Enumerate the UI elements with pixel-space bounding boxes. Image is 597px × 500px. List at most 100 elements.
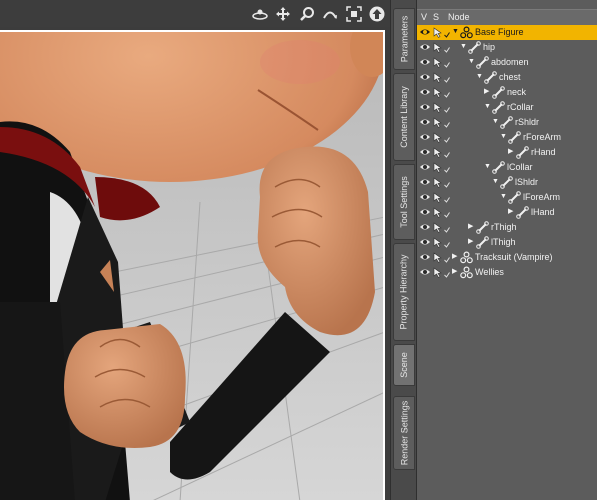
- collapse-arrow-icon[interactable]: ▶: [468, 223, 475, 231]
- expand-arrow-icon[interactable]: ▼: [468, 58, 475, 66]
- scene-node-row[interactable]: ▶ rHand: [417, 145, 597, 160]
- collapse-arrow-icon[interactable]: ▶: [508, 208, 515, 216]
- visibility-eye-icon[interactable]: [420, 73, 430, 81]
- visibility-eye-icon[interactable]: [420, 28, 430, 36]
- selectable-cursor-icon[interactable]: [433, 132, 443, 143]
- collapse-arrow-icon[interactable]: ▶: [484, 88, 491, 96]
- scene-node-label: neck: [507, 87, 527, 97]
- visibility-eye-icon[interactable]: [420, 133, 430, 141]
- selectable-cursor-icon[interactable]: [433, 117, 443, 128]
- selectable-cursor-icon[interactable]: [433, 267, 443, 278]
- expand-arrow-icon[interactable]: ▼: [500, 193, 507, 201]
- scene-node-row[interactable]: ▼ chest: [417, 70, 597, 85]
- viewport-render-area[interactable]: [0, 30, 385, 500]
- visibility-eye-icon[interactable]: [420, 43, 430, 51]
- bone-icon: [500, 116, 513, 129]
- scene-node-label: Wellies: [475, 267, 504, 277]
- collapse-arrow-icon[interactable]: ▶: [452, 268, 459, 276]
- visibility-eye-icon[interactable]: [420, 208, 430, 216]
- selectable-cursor-icon[interactable]: [433, 72, 443, 83]
- selectable-cursor-icon[interactable]: [433, 207, 443, 218]
- selectable-cursor-icon[interactable]: [433, 237, 443, 248]
- expand-arrow-icon[interactable]: ▼: [484, 163, 491, 171]
- column-selectable[interactable]: S: [433, 12, 439, 22]
- visibility-eye-icon[interactable]: [420, 58, 430, 66]
- column-visible[interactable]: V: [421, 12, 427, 22]
- scene-node-row[interactable]: ▶ neck: [417, 85, 597, 100]
- 3d-viewport[interactable]: [0, 0, 390, 500]
- visibility-eye-icon[interactable]: [420, 268, 430, 276]
- selectable-cursor-icon[interactable]: [433, 147, 443, 158]
- visibility-eye-icon[interactable]: [420, 103, 430, 111]
- tab-parameters[interactable]: Parameters: [393, 8, 415, 70]
- expand-arrow-icon[interactable]: ▼: [476, 73, 483, 81]
- bone-icon: [492, 161, 505, 174]
- visibility-eye-icon[interactable]: [420, 88, 430, 96]
- walk-icon[interactable]: [250, 4, 270, 24]
- scene-node-row[interactable]: ▶ Tracksuit (Vampire): [417, 250, 597, 265]
- orbit-icon[interactable]: [320, 4, 340, 24]
- collapse-arrow-icon[interactable]: ▶: [468, 238, 475, 246]
- column-node[interactable]: Node: [448, 12, 470, 22]
- expand-arrow-icon[interactable]: ▼: [492, 118, 499, 126]
- selectable-cursor-icon[interactable]: [433, 102, 443, 113]
- scene-node-row[interactable]: ▶ lHand: [417, 205, 597, 220]
- selectable-cursor-icon[interactable]: [433, 192, 443, 203]
- collapse-arrow-icon[interactable]: ▶: [508, 148, 515, 156]
- scene-node-row[interactable]: ▼ hip: [417, 40, 597, 55]
- selectable-cursor-icon[interactable]: [433, 87, 443, 98]
- bone-icon: [508, 131, 521, 144]
- expand-arrow-icon[interactable]: ▼: [452, 28, 459, 36]
- scene-node-row[interactable]: ▼ rForeArm: [417, 130, 597, 145]
- scene-node-row[interactable]: ▼ lShldr: [417, 175, 597, 190]
- scene-node-row[interactable]: ▶ rThigh: [417, 220, 597, 235]
- collapse-arrow-icon[interactable]: ▶: [452, 253, 459, 261]
- expand-arrow-icon[interactable]: ▼: [500, 133, 507, 141]
- visibility-eye-icon[interactable]: [420, 223, 430, 231]
- scene-node-row[interactable]: ▼ lCollar: [417, 160, 597, 175]
- tab-property-hierarchy[interactable]: Property Hierarchy: [393, 243, 415, 341]
- scene-node-row[interactable]: ▶ Wellies: [417, 265, 597, 280]
- visibility-eye-icon[interactable]: [420, 178, 430, 186]
- home-icon[interactable]: [367, 4, 387, 24]
- bone-icon: [516, 146, 529, 159]
- bone-icon: [500, 176, 513, 189]
- scene-node-row[interactable]: ▼ rShldr: [417, 115, 597, 130]
- collapse-handle-icon[interactable]: ⋮: [401, 425, 409, 434]
- selectable-cursor-icon[interactable]: [433, 162, 443, 173]
- bone-icon: [484, 71, 497, 84]
- tab-content-library[interactable]: Content Library: [393, 73, 415, 161]
- selectable-cursor-icon[interactable]: [433, 57, 443, 68]
- frame-icon[interactable]: [344, 4, 364, 24]
- expand-arrow-icon[interactable]: ▼: [460, 43, 467, 51]
- scene-node-row[interactable]: ▶ lThigh: [417, 235, 597, 250]
- move-icon[interactable]: [273, 4, 293, 24]
- visibility-eye-icon[interactable]: [420, 193, 430, 201]
- figure-icon: [460, 26, 473, 39]
- visibility-eye-icon[interactable]: [420, 253, 430, 261]
- bone-icon: [516, 206, 529, 219]
- pane-tab-strip: Parameters Content Library Tool Settings…: [390, 0, 417, 500]
- tab-tool-settings[interactable]: Tool Settings: [393, 164, 415, 240]
- scene-node-row[interactable]: ▼ Base Figure: [417, 25, 597, 40]
- selectable-cursor-icon[interactable]: [433, 222, 443, 233]
- selectable-cursor-icon[interactable]: [433, 42, 443, 53]
- scene-node-label: rThigh: [491, 222, 517, 232]
- visibility-eye-icon[interactable]: [420, 148, 430, 156]
- scene-node-row[interactable]: ▼ lForeArm: [417, 190, 597, 205]
- expand-arrow-icon[interactable]: ▼: [492, 178, 499, 186]
- visibility-eye-icon[interactable]: [420, 118, 430, 126]
- selectable-cursor-icon[interactable]: [433, 27, 443, 38]
- selectable-cursor-icon[interactable]: [433, 252, 443, 263]
- tab-scene[interactable]: Scene: [393, 344, 415, 386]
- scene-node-row[interactable]: ▼ abdomen: [417, 55, 597, 70]
- selectable-cursor-icon[interactable]: [433, 177, 443, 188]
- visibility-eye-icon[interactable]: [420, 238, 430, 246]
- scene-node-row[interactable]: ▼ rCollar: [417, 100, 597, 115]
- check-icon: [444, 210, 450, 218]
- zoom-icon[interactable]: [297, 4, 317, 24]
- expand-arrow-icon[interactable]: ▼: [484, 103, 491, 111]
- scene-column-header: V S Node: [417, 9, 597, 26]
- visibility-eye-icon[interactable]: [420, 163, 430, 171]
- check-icon: [444, 45, 450, 53]
